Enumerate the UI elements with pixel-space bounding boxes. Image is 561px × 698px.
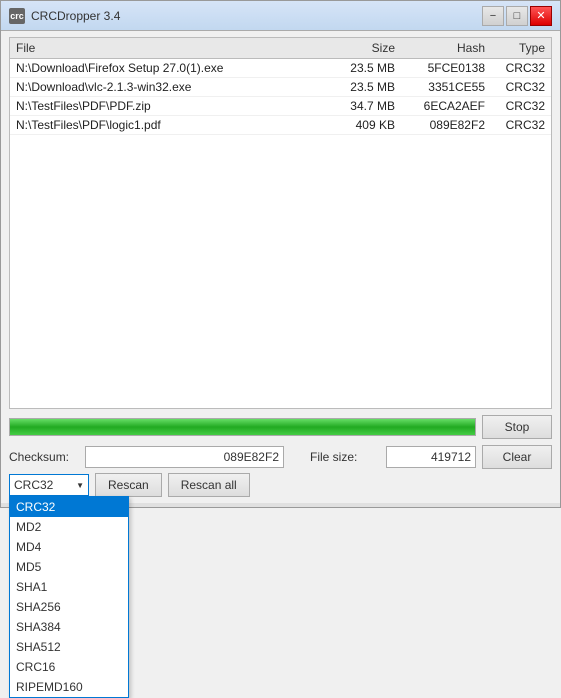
col-size: Size — [317, 40, 397, 56]
dropdown-item[interactable]: CRC32 — [10, 497, 128, 517]
cell-hash: 5FCE0138 — [397, 60, 487, 76]
dropdown-item[interactable]: MD4 — [10, 537, 128, 557]
table-body: N:\Download\Firefox Setup 27.0(1).exe 23… — [10, 59, 551, 407]
cell-file: N:\TestFiles\PDF\PDF.zip — [14, 98, 317, 114]
dropdown-item[interactable]: CRC16 — [10, 657, 128, 677]
cell-type: CRC32 — [487, 117, 547, 133]
hash-type-dropdown[interactable]: CRC32 ▼ — [9, 474, 89, 496]
dropdown-item[interactable]: SHA1 — [10, 577, 128, 597]
dropdown-item[interactable]: RIPEMD160 — [10, 677, 128, 697]
dropdown-item[interactable]: SHA256 — [10, 597, 128, 617]
title-bar-controls: − □ ✕ — [482, 6, 552, 26]
col-file: File — [14, 40, 317, 56]
filesize-group: File size: Clear — [310, 445, 552, 469]
checksum-label: Checksum: — [9, 450, 79, 464]
progress-bar-fill — [10, 419, 475, 435]
dropdown-list: CRC32MD2MD4MD5SHA1SHA256SHA384SHA512CRC1… — [9, 496, 129, 698]
table-row[interactable]: N:\Download\vlc-2.1.3-win32.exe 23.5 MB … — [10, 78, 551, 97]
window-title: CRCDropper 3.4 — [31, 9, 120, 23]
dropdown-item[interactable]: MD5 — [10, 557, 128, 577]
title-bar: crc CRCDropper 3.4 − □ ✕ — [1, 1, 560, 31]
filesize-label: File size: — [310, 450, 380, 464]
cell-size: 409 KB — [317, 117, 397, 133]
dropdown-selected-label: CRC32 — [14, 478, 53, 492]
close-button[interactable]: ✕ — [530, 6, 552, 26]
table-header: File Size Hash Type — [10, 38, 551, 59]
clear-button[interactable]: Clear — [482, 445, 552, 469]
info-row: Checksum: File size: Clear — [9, 445, 552, 469]
maximize-button[interactable]: □ — [506, 6, 528, 26]
chevron-down-icon: ▼ — [76, 481, 84, 490]
file-table: File Size Hash Type N:\Download\Firefox … — [9, 37, 552, 409]
dropdown-item[interactable]: MD2 — [10, 517, 128, 537]
title-bar-left: crc CRCDropper 3.4 — [9, 8, 120, 24]
action-row: CRC32 ▼ CRC32MD2MD4MD5SHA1SHA256SHA384SH… — [9, 473, 552, 497]
dropdown-container: CRC32 ▼ CRC32MD2MD4MD5SHA1SHA256SHA384SH… — [9, 474, 89, 496]
rescan-button[interactable]: Rescan — [95, 473, 162, 497]
cell-hash: 6ECA2AEF — [397, 98, 487, 114]
table-row[interactable]: N:\Download\Firefox Setup 27.0(1).exe 23… — [10, 59, 551, 78]
cell-hash: 3351CE55 — [397, 79, 487, 95]
dropdown-item[interactable]: SHA512 — [10, 637, 128, 657]
cell-hash: 089E82F2 — [397, 117, 487, 133]
cell-size: 34.7 MB — [317, 98, 397, 114]
dropdown-item[interactable]: SHA384 — [10, 617, 128, 637]
cell-file: N:\TestFiles\PDF\logic1.pdf — [14, 117, 317, 133]
filesize-input[interactable] — [386, 446, 476, 468]
cell-file: N:\Download\vlc-2.1.3-win32.exe — [14, 79, 317, 95]
app-icon-text: crc — [10, 11, 24, 21]
cell-size: 23.5 MB — [317, 60, 397, 76]
col-hash: Hash — [397, 40, 487, 56]
progress-bar-container — [9, 418, 476, 436]
table-row[interactable]: N:\TestFiles\PDF\logic1.pdf 409 KB 089E8… — [10, 116, 551, 135]
progress-row: Stop — [9, 413, 552, 441]
cell-file: N:\Download\Firefox Setup 27.0(1).exe — [14, 60, 317, 76]
checksum-input[interactable] — [85, 446, 284, 468]
rescan-all-button[interactable]: Rescan all — [168, 473, 250, 497]
stop-button[interactable]: Stop — [482, 415, 552, 439]
cell-size: 23.5 MB — [317, 79, 397, 95]
table-row[interactable]: N:\TestFiles\PDF\PDF.zip 34.7 MB 6ECA2AE… — [10, 97, 551, 116]
minimize-button[interactable]: − — [482, 6, 504, 26]
col-type: Type — [487, 40, 547, 56]
content-area: File Size Hash Type N:\Download\Firefox … — [1, 31, 560, 503]
cell-type: CRC32 — [487, 60, 547, 76]
cell-type: CRC32 — [487, 98, 547, 114]
app-icon: crc — [9, 8, 25, 24]
cell-type: CRC32 — [487, 79, 547, 95]
main-window: crc CRCDropper 3.4 − □ ✕ File Size Hash … — [0, 0, 561, 508]
